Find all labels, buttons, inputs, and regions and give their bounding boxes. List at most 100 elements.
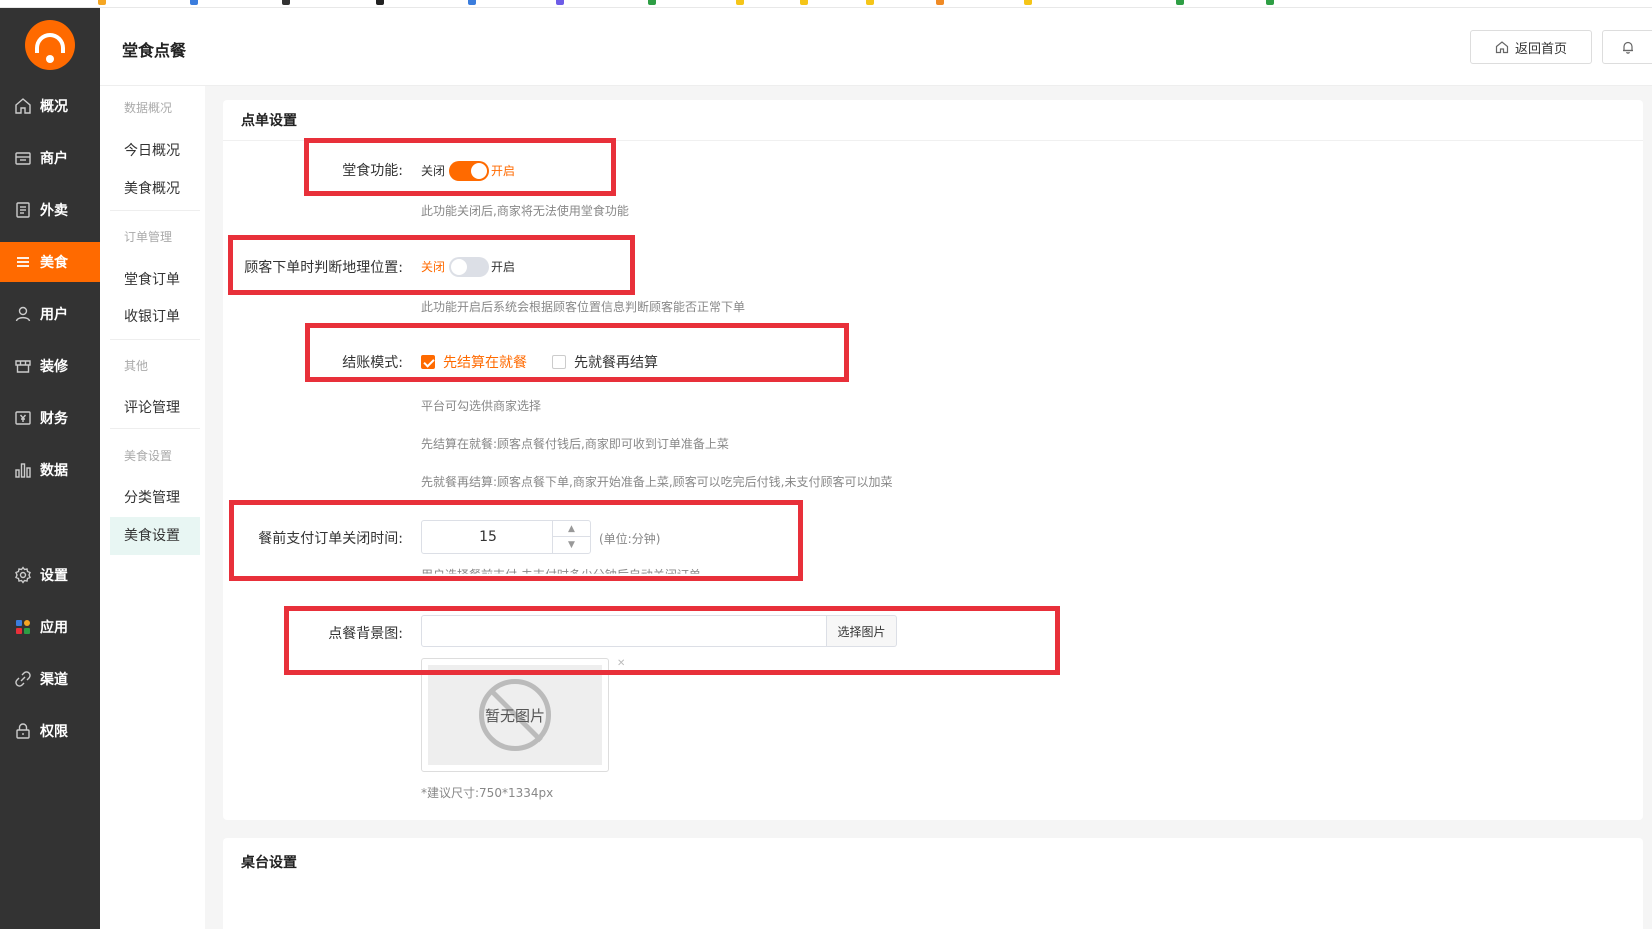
prepay-close-time-stepper[interactable]: 15 ▲ ▼: [421, 520, 591, 554]
sidebar-item-label: 数据: [40, 463, 68, 479]
chevron-down-icon[interactable]: ▼: [553, 537, 590, 553]
lock-icon: [14, 722, 32, 740]
subnav-divider: [110, 339, 200, 340]
checkout-hint: 平台可勾选供商家选择: [421, 399, 542, 413]
main-sidebar: 概况 商户 外卖 美食 用户 装修 财务 数据 设置 应用 渠道 权限: [0, 8, 100, 929]
dine-in-hint: 此功能关闭后,商家将无法使用堂食功能: [421, 204, 629, 218]
sidebar-item-label: 权限: [40, 724, 68, 740]
section-title: 点单设置: [241, 113, 297, 129]
home-icon: [14, 97, 32, 115]
toggle-knob: [451, 259, 467, 275]
checkout-postpay-checkbox[interactable]: [552, 355, 566, 369]
background-image-size-hint: *建议尺寸:750*1334px: [421, 786, 554, 800]
sidebar-item-permissions[interactable]: 权限: [0, 711, 100, 751]
sidebar-item-label: 用户: [40, 307, 68, 323]
subnav-item-review-management[interactable]: 评论管理: [110, 389, 200, 427]
subnav-item-food-settings[interactable]: 美食设置: [110, 517, 200, 555]
bell-icon: [1623, 41, 1633, 54]
shop-awning-icon: [14, 357, 32, 375]
checkout-postpay-label[interactable]: 先就餐再结算: [574, 352, 658, 372]
prepay-close-time-hint: 用户选择餐前支付,未支付时多少分钟后自动关闭订单: [421, 568, 701, 582]
sidebar-item-takeout[interactable]: 外卖: [0, 190, 100, 230]
bookmark-icon[interactable]: [468, 0, 476, 5]
chevron-up-icon[interactable]: ▲: [553, 521, 590, 537]
sidebar-item-settings[interactable]: 设置: [0, 555, 100, 595]
sidebar-item-data[interactable]: 数据: [0, 450, 100, 490]
secondary-sidebar: 数据概况 今日概况 美食概况 订单管理 堂食订单 收银订单 其他 评论管理 美食…: [100, 86, 205, 929]
subnav-group-title: 其他: [124, 359, 149, 373]
subnav-group-title: 订单管理: [124, 230, 173, 244]
bookmark-icon[interactable]: [936, 0, 944, 5]
prepay-close-time-value[interactable]: 15: [422, 521, 554, 553]
toggle-knob: [471, 163, 487, 179]
apps-icon: [14, 618, 32, 636]
back-home-button[interactable]: 返回首页: [1470, 30, 1592, 64]
subnav-item-food-overview[interactable]: 美食概况: [110, 170, 200, 208]
sidebar-item-apps[interactable]: 应用: [0, 607, 100, 647]
subnav-item-cashier-orders[interactable]: 收银订单: [110, 298, 200, 336]
image-placeholder: 暂无图片: [428, 665, 602, 765]
bookmark-icon[interactable]: [556, 0, 564, 5]
sidebar-item-label: 渠道: [40, 672, 68, 688]
background-image-label: 点餐背景图:: [328, 626, 403, 642]
bookmark-icon[interactable]: [736, 0, 744, 5]
bar-chart-icon: [14, 461, 32, 479]
dine-in-label: 堂食功能:: [342, 163, 403, 179]
bookmark-icon[interactable]: [800, 0, 808, 5]
notification-button[interactable]: [1602, 30, 1652, 64]
bookmark-icon[interactable]: [648, 0, 656, 5]
bookmark-icon[interactable]: [1266, 0, 1274, 5]
bookmark-icon[interactable]: [866, 0, 874, 5]
sidebar-item-finance[interactable]: 财务: [0, 398, 100, 438]
subnav-item-today-overview[interactable]: 今日概况: [110, 132, 200, 170]
sidebar-item-label: 应用: [40, 620, 68, 636]
sidebar-item-label: 外卖: [40, 203, 68, 219]
main-content: 点单设置 堂食功能: 关闭 开启 此功能关闭后,商家将无法使用堂食功能 顾客下单…: [205, 86, 1652, 929]
dine-in-toggle[interactable]: [449, 161, 489, 181]
menu-lines-icon: [14, 253, 32, 271]
subnav-item-category-management[interactable]: 分类管理: [110, 479, 200, 517]
checkout-prepay-checkbox[interactable]: [421, 355, 435, 369]
checkout-prepay-label[interactable]: 先结算在就餐: [443, 352, 527, 372]
background-image-url-input[interactable]: [421, 615, 827, 647]
dine-in-on-text: 开启: [491, 164, 516, 178]
no-image-icon: 暂无图片: [479, 679, 551, 751]
location-check-on-text: 开启: [491, 260, 516, 274]
link-icon: [14, 670, 32, 688]
sidebar-item-users[interactable]: 用户: [0, 294, 100, 334]
sidebar-item-decoration[interactable]: 装修: [0, 346, 100, 386]
bookmark-icon[interactable]: [1176, 0, 1184, 5]
sidebar-item-label: 概况: [40, 99, 68, 115]
select-image-button[interactable]: 选择图片: [827, 615, 897, 647]
sidebar-item-overview[interactable]: 概况: [0, 86, 100, 126]
bookmark-icon[interactable]: [282, 0, 290, 5]
sidebar-item-label: 财务: [40, 411, 68, 427]
card-divider: [223, 140, 1643, 141]
checkout-hint: 先就餐再结算:顾客点餐下单,商家开始准备上菜,顾客可以吃完后付钱,未支付顾客可以…: [421, 475, 893, 489]
wallet-icon: [14, 409, 32, 427]
sidebar-item-label: 美食: [40, 255, 68, 271]
subnav-item-dine-in-orders[interactable]: 堂食订单: [110, 261, 200, 299]
home-icon: [1495, 41, 1509, 54]
sidebar-item-food[interactable]: 美食: [0, 242, 100, 282]
section-title: 桌台设置: [241, 855, 297, 871]
logo-arc-icon: [35, 33, 65, 53]
sidebar-item-label: 商户: [40, 151, 68, 167]
subnav-group-title: 数据概况: [124, 101, 173, 115]
bookmark-icon[interactable]: [1024, 0, 1032, 5]
bookmark-icon[interactable]: [376, 0, 384, 5]
checkout-hint: 先结算在就餐:顾客点餐付钱后,商家即可收到订单准备上菜: [421, 437, 729, 451]
checkout-mode-label: 结账模式:: [342, 355, 403, 371]
user-icon: [14, 305, 32, 323]
location-check-toggle[interactable]: [449, 257, 489, 277]
bookmark-icon[interactable]: [98, 0, 106, 5]
sidebar-item-merchant[interactable]: 商户: [0, 138, 100, 178]
page-title: 堂食点餐: [122, 41, 187, 60]
table-settings-card: 桌台设置: [223, 838, 1643, 929]
remove-image-icon[interactable]: ✕: [617, 658, 625, 669]
bookmark-icon[interactable]: [190, 0, 198, 5]
subnav-divider: [110, 210, 200, 211]
prepay-close-time-unit: (单位:分钟): [599, 532, 661, 546]
sidebar-item-channel[interactable]: 渠道: [0, 659, 100, 699]
location-check-label: 顾客下单时判断地理位置:: [244, 260, 403, 276]
